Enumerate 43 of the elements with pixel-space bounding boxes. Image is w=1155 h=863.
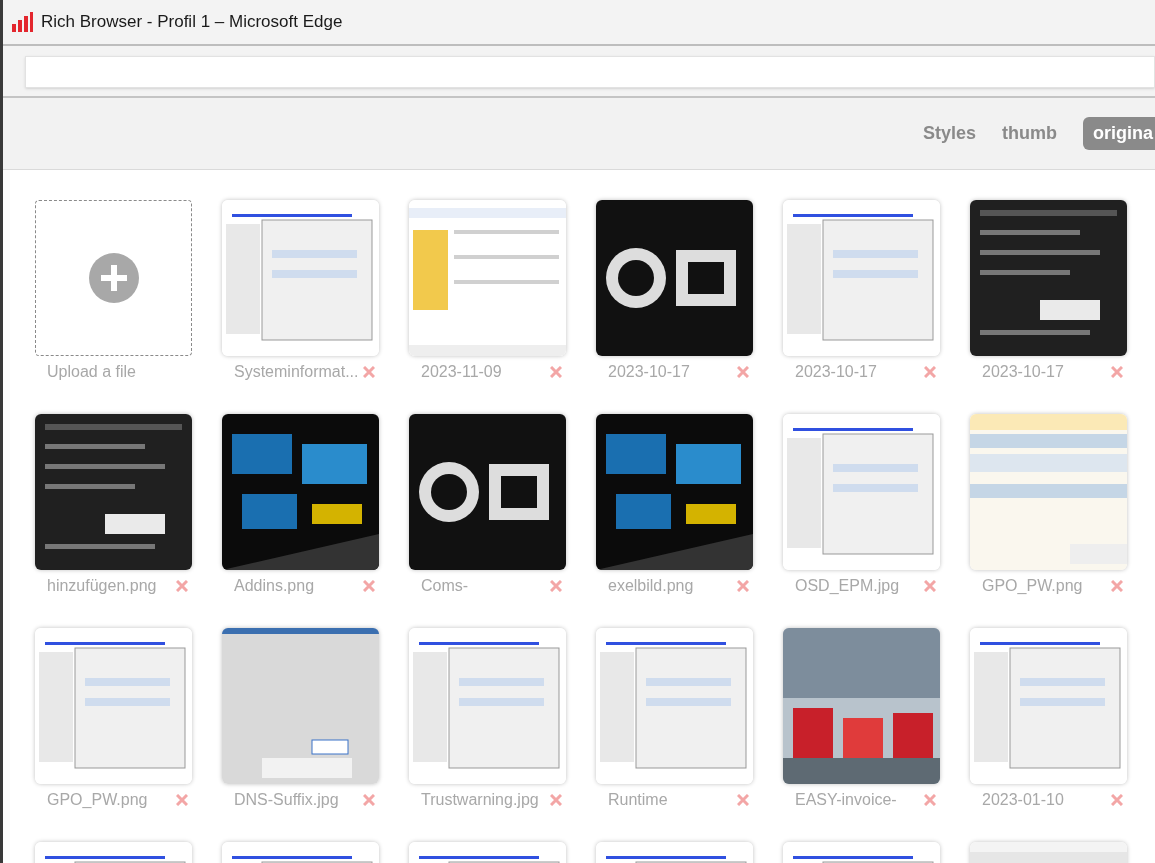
delete-icon[interactable] xyxy=(550,794,562,806)
file-caption: Upload a file xyxy=(47,362,136,382)
add-icon[interactable] xyxy=(88,253,139,303)
file-caption: Systeminformat... xyxy=(234,362,359,382)
file-caption: hinzufügen.png xyxy=(47,576,157,596)
file-caption: Trustwarning.jpg xyxy=(421,790,539,810)
delete-icon[interactable] xyxy=(1111,580,1123,592)
view-tab[interactable]: Styles xyxy=(920,117,978,150)
file-caption: Addins.png xyxy=(234,576,315,596)
delete-icon[interactable] xyxy=(737,580,749,592)
delete-icon[interactable] xyxy=(363,366,375,378)
delete-icon[interactable] xyxy=(737,794,749,806)
file-caption: 2023-11-09 xyxy=(421,362,502,382)
delete-icon[interactable] xyxy=(550,580,562,592)
file-caption: 2023-10-17 xyxy=(795,362,877,382)
file-caption: Coms- xyxy=(421,576,469,596)
file-caption: Runtime xyxy=(608,790,668,810)
file-caption: 2023-10-17 xyxy=(608,362,690,382)
file-caption: exelbild.png xyxy=(608,576,694,596)
upload-tile[interactable] xyxy=(35,200,192,356)
file-caption: OSD_EPM.jpg xyxy=(795,576,900,596)
delete-icon[interactable] xyxy=(363,580,375,592)
delete-icon[interactable] xyxy=(176,794,188,806)
file-caption: GPO_PW.png xyxy=(47,790,148,810)
file-caption: GPO_PW.png xyxy=(982,576,1083,596)
app-logo-icon xyxy=(11,11,33,33)
window-title: Rich Browser - Profil 1 – Microsoft Edge xyxy=(41,11,343,34)
view-tab[interactable]: thumb xyxy=(1000,117,1059,150)
view-tab[interactable]: origina xyxy=(1083,117,1155,150)
file-caption: EASY-invoice- xyxy=(795,790,897,810)
delete-icon[interactable] xyxy=(550,366,562,378)
file-caption: 2023-01-10 xyxy=(982,790,1064,810)
delete-icon[interactable] xyxy=(924,794,936,806)
file-caption: 2023-10-17 xyxy=(982,362,1064,382)
file-caption: DNS-Suffix.jpg xyxy=(234,790,339,810)
delete-icon[interactable] xyxy=(1111,794,1123,806)
delete-icon[interactable] xyxy=(363,794,375,806)
delete-icon[interactable] xyxy=(1111,366,1123,378)
delete-icon[interactable] xyxy=(924,366,936,378)
delete-icon[interactable] xyxy=(176,580,188,592)
delete-icon[interactable] xyxy=(737,366,749,378)
address-field[interactable] xyxy=(25,56,1155,88)
delete-icon[interactable] xyxy=(924,580,936,592)
